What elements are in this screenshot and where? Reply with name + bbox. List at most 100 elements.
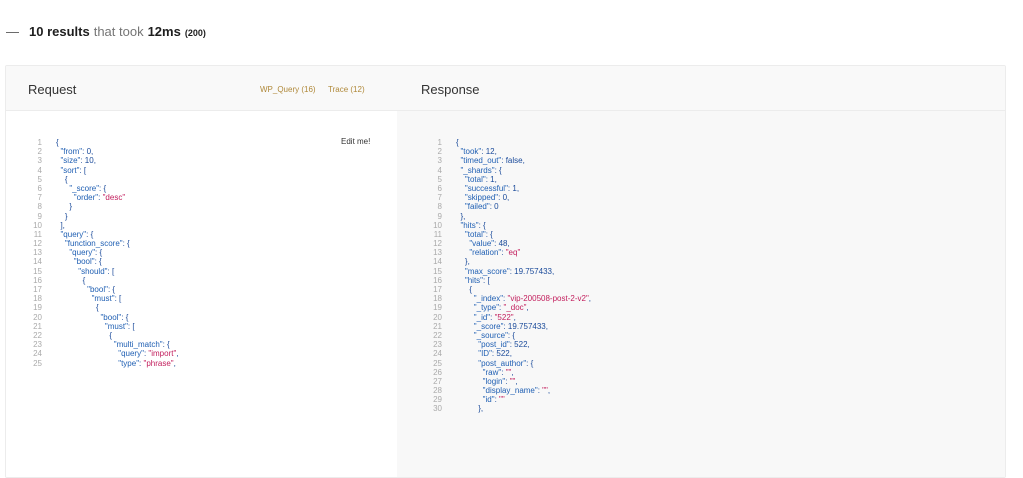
json-punct (456, 395, 483, 404)
code-line: 25 "type": "phrase", (6, 359, 179, 368)
code-text: "bool": { (56, 313, 128, 322)
json-punct: }, (456, 211, 466, 221)
collapse-toggle[interactable]: — (6, 24, 19, 39)
json-string: "eq" (505, 248, 521, 258)
code-line: 10 "hits": { (417, 221, 591, 230)
code-line: 2 "took": 12, (417, 147, 591, 156)
code-line: 29 "id": "" (417, 395, 591, 404)
code-line: 30 }, (417, 404, 591, 413)
json-string: "vip-200508-post-2-v2" (507, 294, 589, 304)
json-key: "value" (469, 239, 495, 249)
wp-query-link[interactable]: WP_Query (16) (260, 85, 316, 94)
code-text: { (56, 303, 99, 312)
json-punct: : 522, (491, 349, 512, 359)
code-text: { (56, 175, 68, 184)
json-punct (56, 294, 92, 303)
line-number: 17 (33, 285, 42, 294)
response-code: 1{2 "took": 12, 3 "timed_out": false, 4 "_… (417, 138, 591, 414)
json-punct: : 522, (509, 340, 530, 350)
json-key: "bool" (87, 285, 108, 294)
json-key: "must" (104, 321, 128, 331)
code-text: "timed_out": false, (456, 156, 524, 165)
json-key: "_score" (69, 183, 100, 193)
json-punct (56, 340, 114, 349)
json-key: "post_id" (478, 340, 510, 350)
json-punct: { (456, 285, 473, 294)
code-text: "id": "" (456, 395, 505, 404)
code-line: 7 "order": "desc" (6, 193, 179, 202)
code-text: "hits": [ (456, 276, 490, 285)
code-line: 2 "from": 0, (6, 147, 179, 156)
json-punct (456, 377, 483, 386)
json-key: "raw" (482, 367, 502, 377)
code-text: "size": 10, (56, 156, 95, 166)
line-number: 30 (433, 404, 442, 414)
code-text: } (56, 212, 68, 221)
line-number: 11 (433, 229, 442, 239)
json-punct (456, 349, 478, 358)
line-number: 10 (433, 220, 442, 230)
json-key: "bool" (100, 312, 122, 322)
code-text: "value": 48, (456, 239, 510, 249)
code-line: 20 "bool": { (6, 313, 179, 322)
line-number: 20 (33, 312, 42, 322)
code-line: 19 { (6, 303, 179, 312)
trace-link[interactable]: Trace (12) (328, 85, 365, 94)
json-string: "phrase" (143, 358, 174, 368)
json-punct: } (56, 211, 68, 221)
json-punct: { (56, 275, 86, 285)
line-number: 14 (433, 257, 442, 267)
code-line: 20 "_id": "522", (417, 313, 591, 322)
code-text: "must": [ (56, 294, 122, 303)
code-line: 11 "total": { (417, 230, 591, 239)
code-line: 6 "successful": 1, (417, 184, 591, 193)
line-number: 3 (437, 156, 442, 166)
line-number: 14 (33, 257, 42, 267)
request-editor[interactable]: Edit me! 1{2 "from": 0, 3 "size": 10, 4 "s… (6, 111, 397, 477)
request-code[interactable]: 1{2 "from": 0, 3 "size": 10, 4 "sort": [5 … (6, 138, 179, 368)
code-text: ], (56, 221, 64, 230)
json-punct: : { (95, 248, 103, 258)
code-text: "skipped": 0, (456, 193, 509, 202)
line-number: 29 (433, 395, 442, 405)
json-key: "order" (73, 193, 99, 203)
json-punct: : 48, (494, 239, 510, 249)
json-punct: : { (485, 229, 493, 239)
line-number: 7 (437, 193, 442, 203)
json-punct: }, (456, 404, 484, 414)
json-punct (456, 239, 469, 248)
code-line: 8 } (6, 202, 179, 211)
edit-me-button[interactable]: Edit me! (341, 137, 370, 146)
line-number: 19 (33, 303, 42, 313)
code-text: "function_score": { (56, 239, 130, 248)
code-text: "query": "import", (56, 349, 178, 358)
code-line: 13 "relation": "eq" (417, 248, 591, 257)
json-punct: { (56, 303, 99, 313)
json-key: "id" (482, 395, 495, 405)
line-number: 4 (37, 165, 42, 175)
json-key: "_score" (473, 321, 504, 331)
code-text: { (56, 138, 59, 147)
code-line: 16 "hits": [ (417, 276, 591, 285)
json-punct: : [ (107, 266, 115, 276)
code-text: { (456, 138, 459, 147)
json-punct: { (56, 174, 68, 184)
code-line: 18 "_index": "vip-200508-post-2-v2", (417, 294, 591, 303)
json-key: "size" (60, 156, 81, 166)
code-text: "multi_match": { (56, 340, 170, 349)
json-punct (56, 285, 87, 294)
line-number: 1 (37, 138, 42, 147)
json-punct: : 0 (489, 202, 499, 212)
json-punct (56, 239, 65, 248)
json-punct (456, 175, 465, 184)
json-key: "query" (60, 229, 87, 239)
line-number: 20 (433, 312, 442, 322)
json-punct: }, (456, 257, 470, 267)
line-number: 9 (37, 211, 42, 221)
json-punct (456, 230, 465, 239)
json-punct (56, 267, 78, 276)
line-number: 17 (433, 285, 442, 294)
json-punct: : [ (127, 321, 135, 331)
code-line: 10 ], (6, 221, 179, 230)
code-text: "sort": [ (56, 166, 86, 175)
